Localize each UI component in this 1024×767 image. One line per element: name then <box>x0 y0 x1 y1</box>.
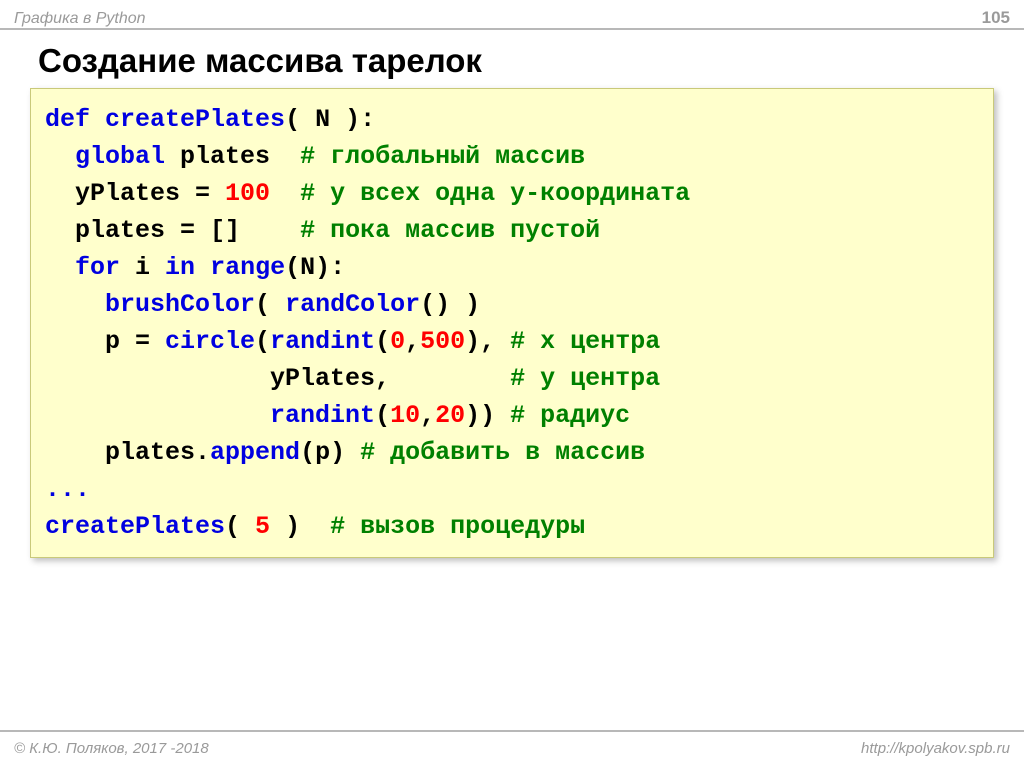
code-text: plates. <box>105 438 210 467</box>
code-func: randint <box>270 401 375 430</box>
code-number: 20 <box>435 401 465 430</box>
code-text: plates <box>165 142 300 171</box>
code-text: ), <box>465 327 510 356</box>
code-text <box>270 179 300 208</box>
code-number: 5 <box>255 512 270 541</box>
code-keyword: for <box>75 253 120 282</box>
code-text <box>105 401 270 430</box>
code-text: ( <box>255 327 270 356</box>
code-keyword: def <box>45 105 90 134</box>
code-text: yPlates = <box>75 179 225 208</box>
code-text: ( <box>375 401 390 430</box>
code-comment: # пока массив пустой <box>300 216 600 245</box>
code-text: ( N ): <box>285 105 375 134</box>
code-text: ( <box>255 290 285 319</box>
code-func: randColor <box>285 290 420 319</box>
code-text: ) <box>270 512 330 541</box>
code-number: 100 <box>225 179 270 208</box>
code-func: randint <box>270 327 375 356</box>
code-text: plates = [] <box>75 216 300 245</box>
code-comment: # x центра <box>510 327 660 356</box>
code-func: brushColor <box>105 290 255 319</box>
code-number: 500 <box>420 327 465 356</box>
code-func: append <box>210 438 300 467</box>
code-func: range <box>210 253 285 282</box>
slide: Графика в Python 105 Создание массива та… <box>0 0 1024 767</box>
code-text: (N): <box>285 253 345 282</box>
code-block: def createPlates( N ): global plates # г… <box>30 88 994 558</box>
code-keyword: global <box>75 142 165 171</box>
code-number: 0 <box>390 327 405 356</box>
code-keyword: in <box>165 253 195 282</box>
source-link[interactable]: http://kpolyakov.spb.ru <box>861 740 1010 757</box>
copyright-text: © К.Ю. Поляков, 2017 -2018 <box>14 740 209 757</box>
page-number: 105 <box>982 8 1010 28</box>
code-text: yPlates, <box>105 364 510 393</box>
code-comment: # радиус <box>510 401 630 430</box>
code-func: circle <box>165 327 255 356</box>
code-text: () ) <box>420 290 480 319</box>
header-bar: Графика в Python 105 <box>0 0 1024 30</box>
code-number: 10 <box>390 401 420 430</box>
code-text: (p) <box>300 438 360 467</box>
code-func: createPlates <box>105 105 285 134</box>
code-comment: # добавить в массив <box>360 438 645 467</box>
code-text <box>195 253 210 282</box>
code-text: i <box>120 253 165 282</box>
code-comment: # глобальный массив <box>300 142 585 171</box>
code-comment: # y центра <box>510 364 660 393</box>
breadcrumb: Графика в Python <box>14 10 146 28</box>
footer-bar: © К.Ю. Поляков, 2017 -2018 http://kpolya… <box>0 730 1024 767</box>
code-text: ( <box>225 512 255 541</box>
code-text: , <box>420 401 435 430</box>
code-text: ( <box>375 327 390 356</box>
page-title: Создание массива тарелок <box>0 30 1024 88</box>
code-func: createPlates <box>45 512 225 541</box>
code-text: )) <box>465 401 510 430</box>
code-comment: # у всех одна y-координата <box>300 179 690 208</box>
code-text: , <box>405 327 420 356</box>
code-text: p = <box>105 327 165 356</box>
code-ellipsis: ... <box>45 475 90 504</box>
code-comment: # вызов процедуры <box>330 512 585 541</box>
